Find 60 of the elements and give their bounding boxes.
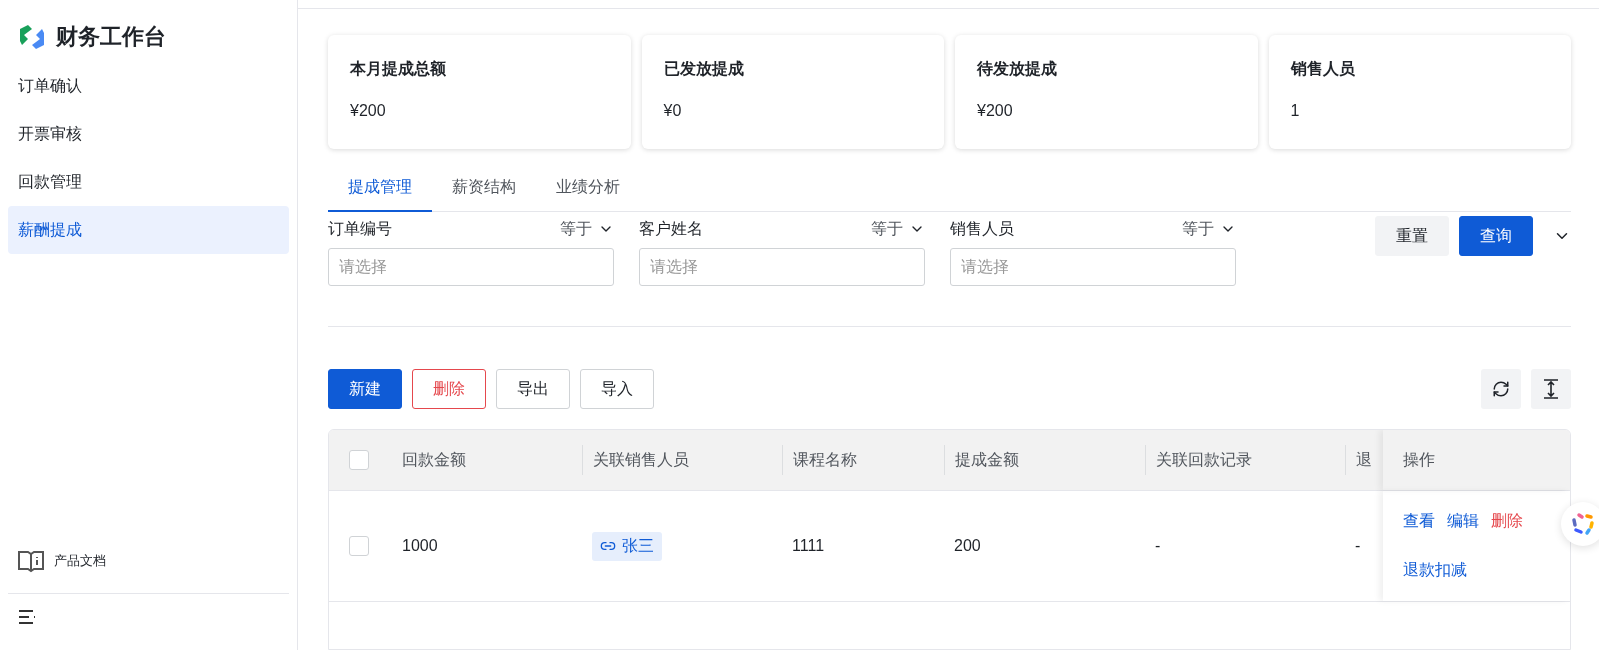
assistant-button[interactable] xyxy=(1561,502,1599,546)
filter-label: 订单编号 xyxy=(328,218,392,239)
column-header: 关联回款记录 xyxy=(1145,445,1345,475)
filter-label: 客户姓名 xyxy=(639,218,703,239)
refresh-icon xyxy=(1492,380,1510,398)
book-icon xyxy=(18,549,44,573)
toolbar-button[interactable]: 导出 xyxy=(496,369,570,409)
operator-dropdown[interactable]: 等于 xyxy=(1182,218,1236,240)
checkbox[interactable] xyxy=(349,536,369,556)
toolbar-button[interactable]: 删除 xyxy=(412,369,486,409)
sidebar-item[interactable]: 回款管理 xyxy=(8,158,289,206)
sidebar-item[interactable]: 订单确认 xyxy=(8,62,289,110)
operator-dropdown[interactable]: 等于 xyxy=(871,218,925,240)
row-height-icon xyxy=(1543,379,1559,399)
app-title: 财务工作台 xyxy=(56,23,166,51)
stat-label: 已发放提成 xyxy=(663,59,745,79)
action-link[interactable]: 退款扣减 xyxy=(1403,560,1467,581)
table-cell-text: - xyxy=(1154,537,1162,555)
table-cell-text: 1111 xyxy=(791,537,826,555)
toolbar-button[interactable]: 导入 xyxy=(580,369,654,409)
table-cell-text: 200 xyxy=(953,537,982,555)
sidebar-item[interactable]: 薪酬提成 xyxy=(8,206,289,254)
action-link[interactable]: 编辑 xyxy=(1447,511,1479,532)
stat-label: 销售人员 xyxy=(1290,59,1356,79)
docs-link[interactable]: 产品文档 xyxy=(54,552,106,570)
column-header: 提成金额 xyxy=(944,445,1145,475)
filter-input[interactable]: 请选择 xyxy=(639,248,925,286)
filter-input[interactable]: 请选择 xyxy=(328,248,614,286)
table-cell-text: 1000 xyxy=(401,537,439,555)
toolbar-button[interactable]: 新建 xyxy=(328,369,402,409)
table-cell-text: - xyxy=(1354,537,1362,555)
salesperson-tag[interactable]: 张三 xyxy=(592,531,662,561)
stat-value: 1 xyxy=(1290,102,1301,120)
stat-value: ¥0 xyxy=(663,102,683,120)
sidebar-item[interactable]: 开票审核 xyxy=(8,110,289,158)
column-header: 退 xyxy=(1345,445,1383,475)
filter-label: 销售人员 xyxy=(950,218,1014,239)
row-height-button[interactable] xyxy=(1531,369,1571,409)
tab[interactable]: 薪资结构 xyxy=(432,167,536,212)
petals-icon xyxy=(1570,511,1596,537)
checkbox[interactable] xyxy=(349,450,369,470)
column-header: 课程名称 xyxy=(782,445,944,475)
search-button[interactable]: 查询 xyxy=(1459,216,1533,256)
column-header: 操作 xyxy=(1383,430,1570,490)
tab[interactable]: 业绩分析 xyxy=(536,167,640,212)
column-header: 关联销售人员 xyxy=(582,445,782,475)
action-link[interactable]: 删除 xyxy=(1491,511,1523,532)
refresh-button[interactable] xyxy=(1481,369,1521,409)
action-link[interactable]: 查看 xyxy=(1403,511,1435,532)
stat-label: 待发放提成 xyxy=(977,59,1058,79)
stat-label: 本月提成总额 xyxy=(350,59,447,79)
filter-input[interactable]: 请选择 xyxy=(950,248,1236,286)
logo-icon xyxy=(18,25,46,49)
operator-dropdown[interactable]: 等于 xyxy=(560,218,614,240)
reset-button[interactable]: 重置 xyxy=(1375,216,1449,256)
menu-icon[interactable] xyxy=(18,610,36,624)
tab[interactable]: 提成管理 xyxy=(328,167,432,212)
stat-value: ¥200 xyxy=(350,102,387,120)
stat-value: ¥200 xyxy=(977,102,1014,120)
column-header: 回款金额 xyxy=(401,450,467,470)
